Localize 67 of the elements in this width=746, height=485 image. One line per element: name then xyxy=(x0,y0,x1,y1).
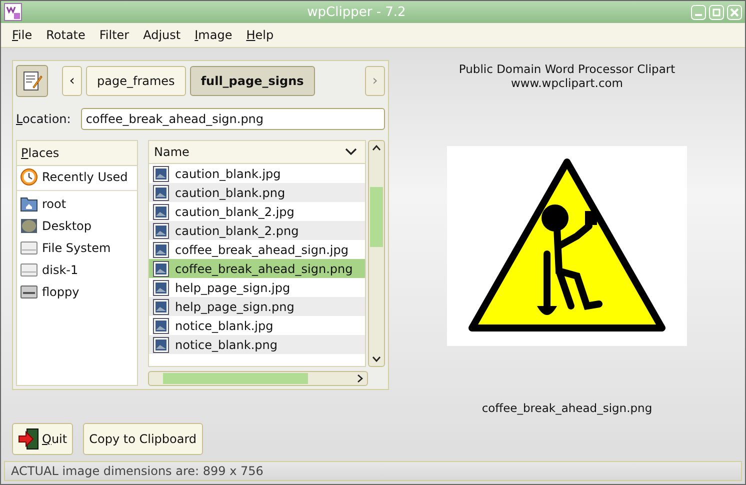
scroll-right-icon[interactable] xyxy=(357,374,363,383)
image-file-icon xyxy=(153,318,169,334)
scroll-up-icon[interactable] xyxy=(372,145,381,151)
drive-icon xyxy=(20,262,38,278)
file-row[interactable]: caution_blank_2.png xyxy=(149,221,365,240)
scroll-down-icon[interactable] xyxy=(372,356,381,362)
document-pencil-icon xyxy=(21,70,43,92)
file-row[interactable]: caution_blank.jpg xyxy=(149,164,365,183)
floppy-drive-icon xyxy=(20,284,38,300)
status-bar: ACTUAL image dimensions are: 899 x 756 xyxy=(4,461,742,481)
edit-document-button[interactable] xyxy=(16,65,48,97)
file-row[interactable]: help_page_sign.jpg xyxy=(149,278,365,297)
image-file-icon xyxy=(153,242,169,258)
menu-item[interactable]: Adjust xyxy=(136,28,188,42)
app-logo-icon xyxy=(4,3,22,21)
path-button[interactable]: page_frames xyxy=(86,66,186,96)
desktop-icon xyxy=(20,218,38,234)
drive-icon xyxy=(20,240,38,256)
image-filename: coffee_break_ahead_sign.png xyxy=(482,401,652,415)
file-row[interactable]: caution_blank.png xyxy=(149,183,365,202)
file-row[interactable]: notice_blank.png xyxy=(149,335,365,354)
file-row[interactable]: coffee_break_ahead_sign.png xyxy=(149,259,365,278)
menu-item[interactable]: Image xyxy=(188,28,240,42)
back-button[interactable]: ‹ xyxy=(62,66,82,96)
place-item[interactable]: Recently Used xyxy=(17,166,137,188)
location-field[interactable]: coffee_break_ahead_sign.png xyxy=(80,108,385,130)
place-item[interactable]: File System xyxy=(17,237,137,259)
image-file-icon xyxy=(153,184,169,200)
menu-item[interactable]: Rotate xyxy=(39,28,92,42)
place-item[interactable]: Desktop xyxy=(17,215,137,237)
path-button[interactable]: full_page_signs xyxy=(190,66,315,96)
image-file-icon xyxy=(153,280,169,296)
file-row[interactable]: help_page_sign.png xyxy=(149,297,365,316)
file-row[interactable]: coffee_break_ahead_sign.jpg xyxy=(149,240,365,259)
clock-icon xyxy=(20,168,38,186)
close-icon[interactable] xyxy=(727,4,742,20)
menu-item[interactable]: Filter xyxy=(92,28,136,42)
image-file-icon xyxy=(153,222,169,238)
home-folder-icon xyxy=(20,196,38,212)
horizontal-scrollbar[interactable] xyxy=(148,371,368,386)
maximize-icon[interactable] xyxy=(709,4,724,20)
exit-door-icon xyxy=(18,428,40,450)
name-column-header[interactable]: Name xyxy=(149,141,365,164)
location-label: Location: xyxy=(16,112,71,126)
image-file-icon xyxy=(153,260,169,276)
scrollbar-thumb[interactable] xyxy=(370,187,383,247)
chevron-down-icon xyxy=(345,148,357,156)
preview-heading: Public Domain Word Processor Clipart xyxy=(458,62,676,76)
place-item[interactable]: root xyxy=(17,193,137,215)
window-title: wpClipper - 7.2 xyxy=(306,4,407,20)
image-file-icon xyxy=(153,204,169,220)
image-file-icon xyxy=(153,166,169,182)
quit-button[interactable]: Quit xyxy=(12,423,74,455)
vertical-scrollbar[interactable] xyxy=(368,140,385,367)
place-item[interactable]: floppy xyxy=(17,281,137,303)
file-row[interactable]: caution_blank_2.jpg xyxy=(149,202,365,221)
website-url: www.wpclipart.com xyxy=(510,76,624,90)
place-item[interactable]: disk-1 xyxy=(17,259,137,281)
scrollbar-thumb[interactable] xyxy=(163,373,308,384)
places-heading: Places xyxy=(17,141,137,166)
file-row[interactable]: notice_blank.jpg xyxy=(149,316,365,335)
menu-item[interactable]: File xyxy=(5,28,40,42)
minimize-icon[interactable] xyxy=(691,4,706,20)
image-file-icon xyxy=(153,298,169,314)
image-file-icon xyxy=(153,336,169,352)
menu-item[interactable]: Help xyxy=(239,28,281,42)
copy-to-clipboard-button[interactable]: Copy to Clipboard xyxy=(83,423,203,455)
